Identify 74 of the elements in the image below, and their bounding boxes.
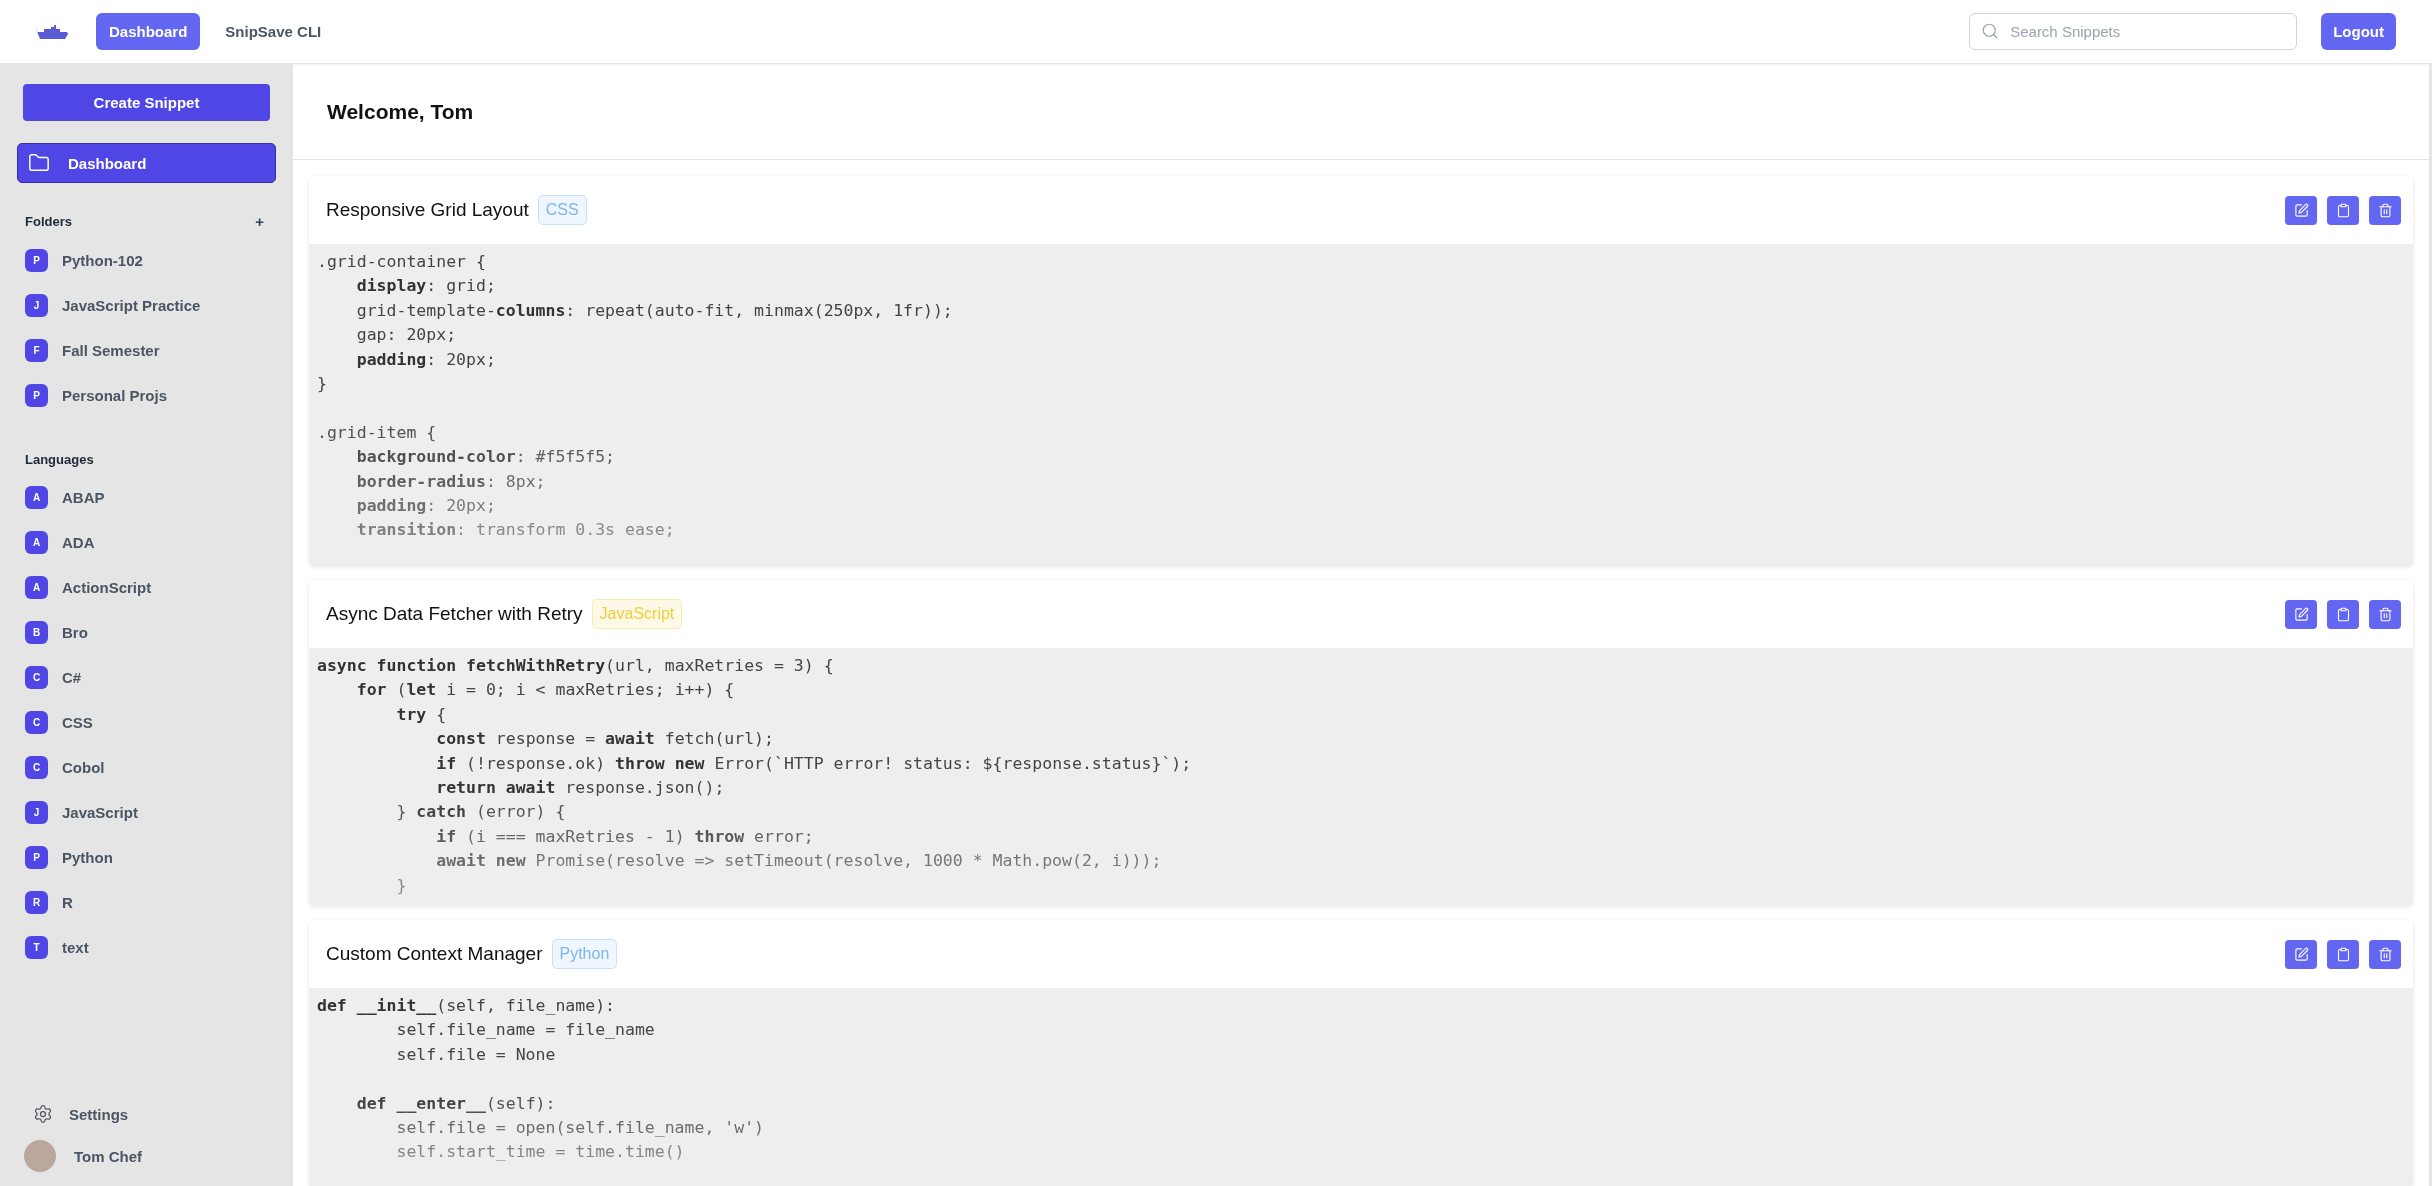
nav-tab[interactable]: Dashboard [96,13,201,50]
section-title: Languages [25,452,94,467]
letter-badge: A [25,531,48,554]
letter-badge: A [25,576,48,599]
letter-badge: T [25,936,48,959]
code-text: def __init__(self, file_name): self.file_name = file_name self.file = None def __enter__(self): self.file = open(self.file_name, 'w') self.start_time = time.time() [317,995,766,1164]
language-tag: CSS [537,195,587,225]
letter-badge: F [25,339,48,362]
copy-button[interactable] [2327,195,2359,225]
sidebar-item[interactable]: C Cobol [17,745,276,790]
user-name: Tom Chef [74,1147,143,1165]
sidebar-item[interactable]: A ActionScript [17,565,276,610]
letter-badge: R [25,891,48,914]
letter-badge: C [25,711,48,734]
sidebar-item[interactable]: J JavaScript [17,790,276,835]
copy-button[interactable] [2327,599,2359,629]
snippet-title: Async Data Fetcher with Retry [326,603,583,625]
sidebar-item[interactable]: P Python-102 [17,238,276,283]
sidebar-item[interactable]: F Fall Semester [17,328,276,373]
sidebar-item[interactable]: J JavaScript Practice [17,283,276,328]
copy-button[interactable] [2327,939,2359,969]
settings-icon [33,1104,53,1124]
code-text: .grid-container { display: grid; grid-template-columns: repeat(auto-fit, minmax(250px, 1fr)); gap: 20px; padding: 20px; } .grid-item { background-color: #f5f5f5; border-radius: 8px; padding: 20px; transition: transform 0.3s ease; [317,251,954,542]
pencil-icon [2293,946,2309,962]
add-folder-button[interactable]: + [255,213,264,230]
welcome-heading: Welcome, Tom [327,99,474,124]
delete-button[interactable] [2369,599,2401,629]
sidebar-item[interactable]: P Personal Projs [17,373,276,418]
pencil-icon [2293,202,2309,218]
ship-logo-icon [34,23,70,40]
search-icon [1981,22,2000,40]
logout-button[interactable]: Logout [2321,13,2396,50]
sidebar-item[interactable]: A ADA [17,520,276,565]
letter-badge: C [25,756,48,779]
letter-badge: P [25,846,48,869]
snippet-title: Responsive Grid Layout [326,199,529,221]
search-field[interactable]: Search Snippets [1969,13,2298,50]
letter-badge: J [25,801,48,824]
settings-button[interactable]: Settings [17,1094,276,1134]
clipboard-icon [2335,606,2351,622]
sidebar-item[interactable]: C CSS [17,700,276,745]
snippet-title: Custom Context Manager [326,943,543,965]
delete-button[interactable] [2369,939,2401,969]
create-snippet-button[interactable]: Create Snippet [23,84,270,121]
letter-badge: B [25,621,48,644]
sidebar-item[interactable]: R R [17,880,276,925]
letter-badge: J [25,294,48,317]
edit-button[interactable] [2285,195,2317,225]
sidebar-item[interactable]: T text [17,925,276,970]
folder-icon [28,152,50,174]
sidebar-item[interactable]: C C# [17,655,276,700]
pencil-icon [2293,606,2309,622]
letter-badge: P [25,249,48,272]
letter-badge: P [25,384,48,407]
delete-button[interactable] [2369,195,2401,225]
clipboard-icon [2335,202,2351,218]
sidebar-nav-item[interactable]: Dashboard [17,143,276,183]
sidebar-item[interactable]: A ABAP [17,475,276,520]
language-tag: JavaScript [591,599,683,629]
edit-button[interactable] [2285,939,2317,969]
nav-tab[interactable]: SnipSave CLI [212,13,335,50]
sidebar-item[interactable]: B Bro [17,610,276,655]
user-avatar [24,1140,56,1172]
sidebar-item[interactable]: P Python [17,835,276,880]
code-text: async function fetchWithRetry(url, maxRetries = 3) { for (let i = 0; i < maxRetries; i++) { try { const response = await fetch(url); if (!response.ok) throw new Error(`HTTP error! status: ${response.status}`); return await response.json(); } catch (error) { if (i === maxRetries - 1) throw error; await new Promise(resolve => setTimeout(resolve, 1000 * Math.pow(2, i))); } [317,655,1193,897]
letter-badge: A [25,486,48,509]
language-tag: Python [551,939,618,969]
edit-button[interactable] [2285,599,2317,629]
clipboard-icon [2335,946,2351,962]
trash-icon [2377,202,2393,218]
section-title: Folders [25,214,72,229]
trash-icon [2377,606,2393,622]
trash-icon [2377,946,2393,962]
letter-badge: C [25,666,48,689]
